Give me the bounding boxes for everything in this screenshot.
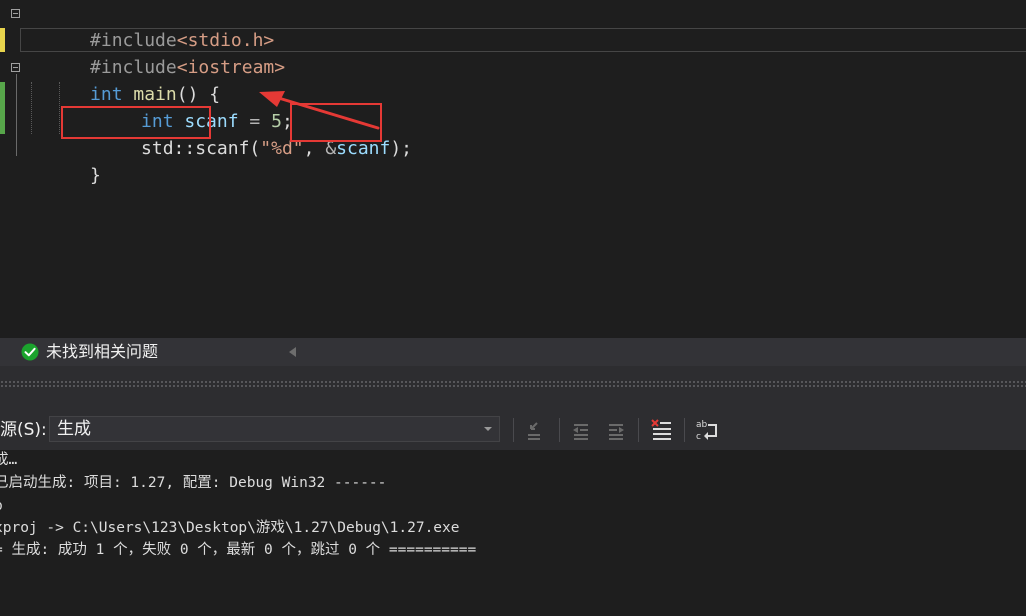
output-line: = 生成: 成功 1 个，失败 0 个，最新 0 个，跳过 0 个 ======…	[0, 542, 477, 558]
toolbar-separator	[638, 418, 639, 442]
output-source-value: 生成	[57, 419, 91, 439]
output-source-label: 源(S):	[0, 420, 47, 440]
annotation-arrow-icon	[259, 91, 380, 130]
svg-text:ab: ab	[696, 420, 708, 430]
splitter-grip-dots	[0, 380, 1026, 388]
output-window[interactable]: 成… 已启动生成: 项目: 1.27, 配置: Debug Win32 ----…	[0, 450, 1026, 616]
status-message: 未找到相关问题	[46, 342, 159, 361]
panel-splitter[interactable]	[0, 366, 1026, 408]
toolbar-separator	[513, 418, 514, 442]
output-toolbar: 源(S): 生成 ab c	[0, 408, 1026, 450]
check-circle-icon	[21, 343, 39, 361]
clear-all-icon[interactable]	[649, 417, 675, 443]
go-to-previous-message-icon[interactable]	[521, 417, 547, 443]
go-to-previous-icon[interactable]	[568, 417, 594, 443]
toolbar-separator	[559, 418, 560, 442]
output-line: 已启动生成: 项目: 1.27, 配置: Debug Win32 ------	[0, 475, 387, 491]
output-line: xproj -> C:\Users\123\Desktop\游戏\1.27\De…	[0, 520, 460, 536]
code-editor[interactable]: #include<stdio.h> #include<iostream> int…	[0, 0, 1026, 338]
output-line: p	[0, 495, 3, 517]
output-line: 成…	[0, 452, 18, 468]
output-source-dropdown[interactable]: 生成	[49, 416, 500, 442]
go-to-next-icon[interactable]	[603, 417, 629, 443]
scroll-left-icon[interactable]	[289, 347, 296, 357]
toggle-word-wrap-icon[interactable]: ab c	[694, 417, 720, 443]
issues-status-bar: 未找到相关问题	[0, 338, 1026, 366]
svg-text:c: c	[696, 432, 701, 442]
chevron-down-icon	[484, 427, 492, 431]
toolbar-separator	[684, 418, 685, 442]
